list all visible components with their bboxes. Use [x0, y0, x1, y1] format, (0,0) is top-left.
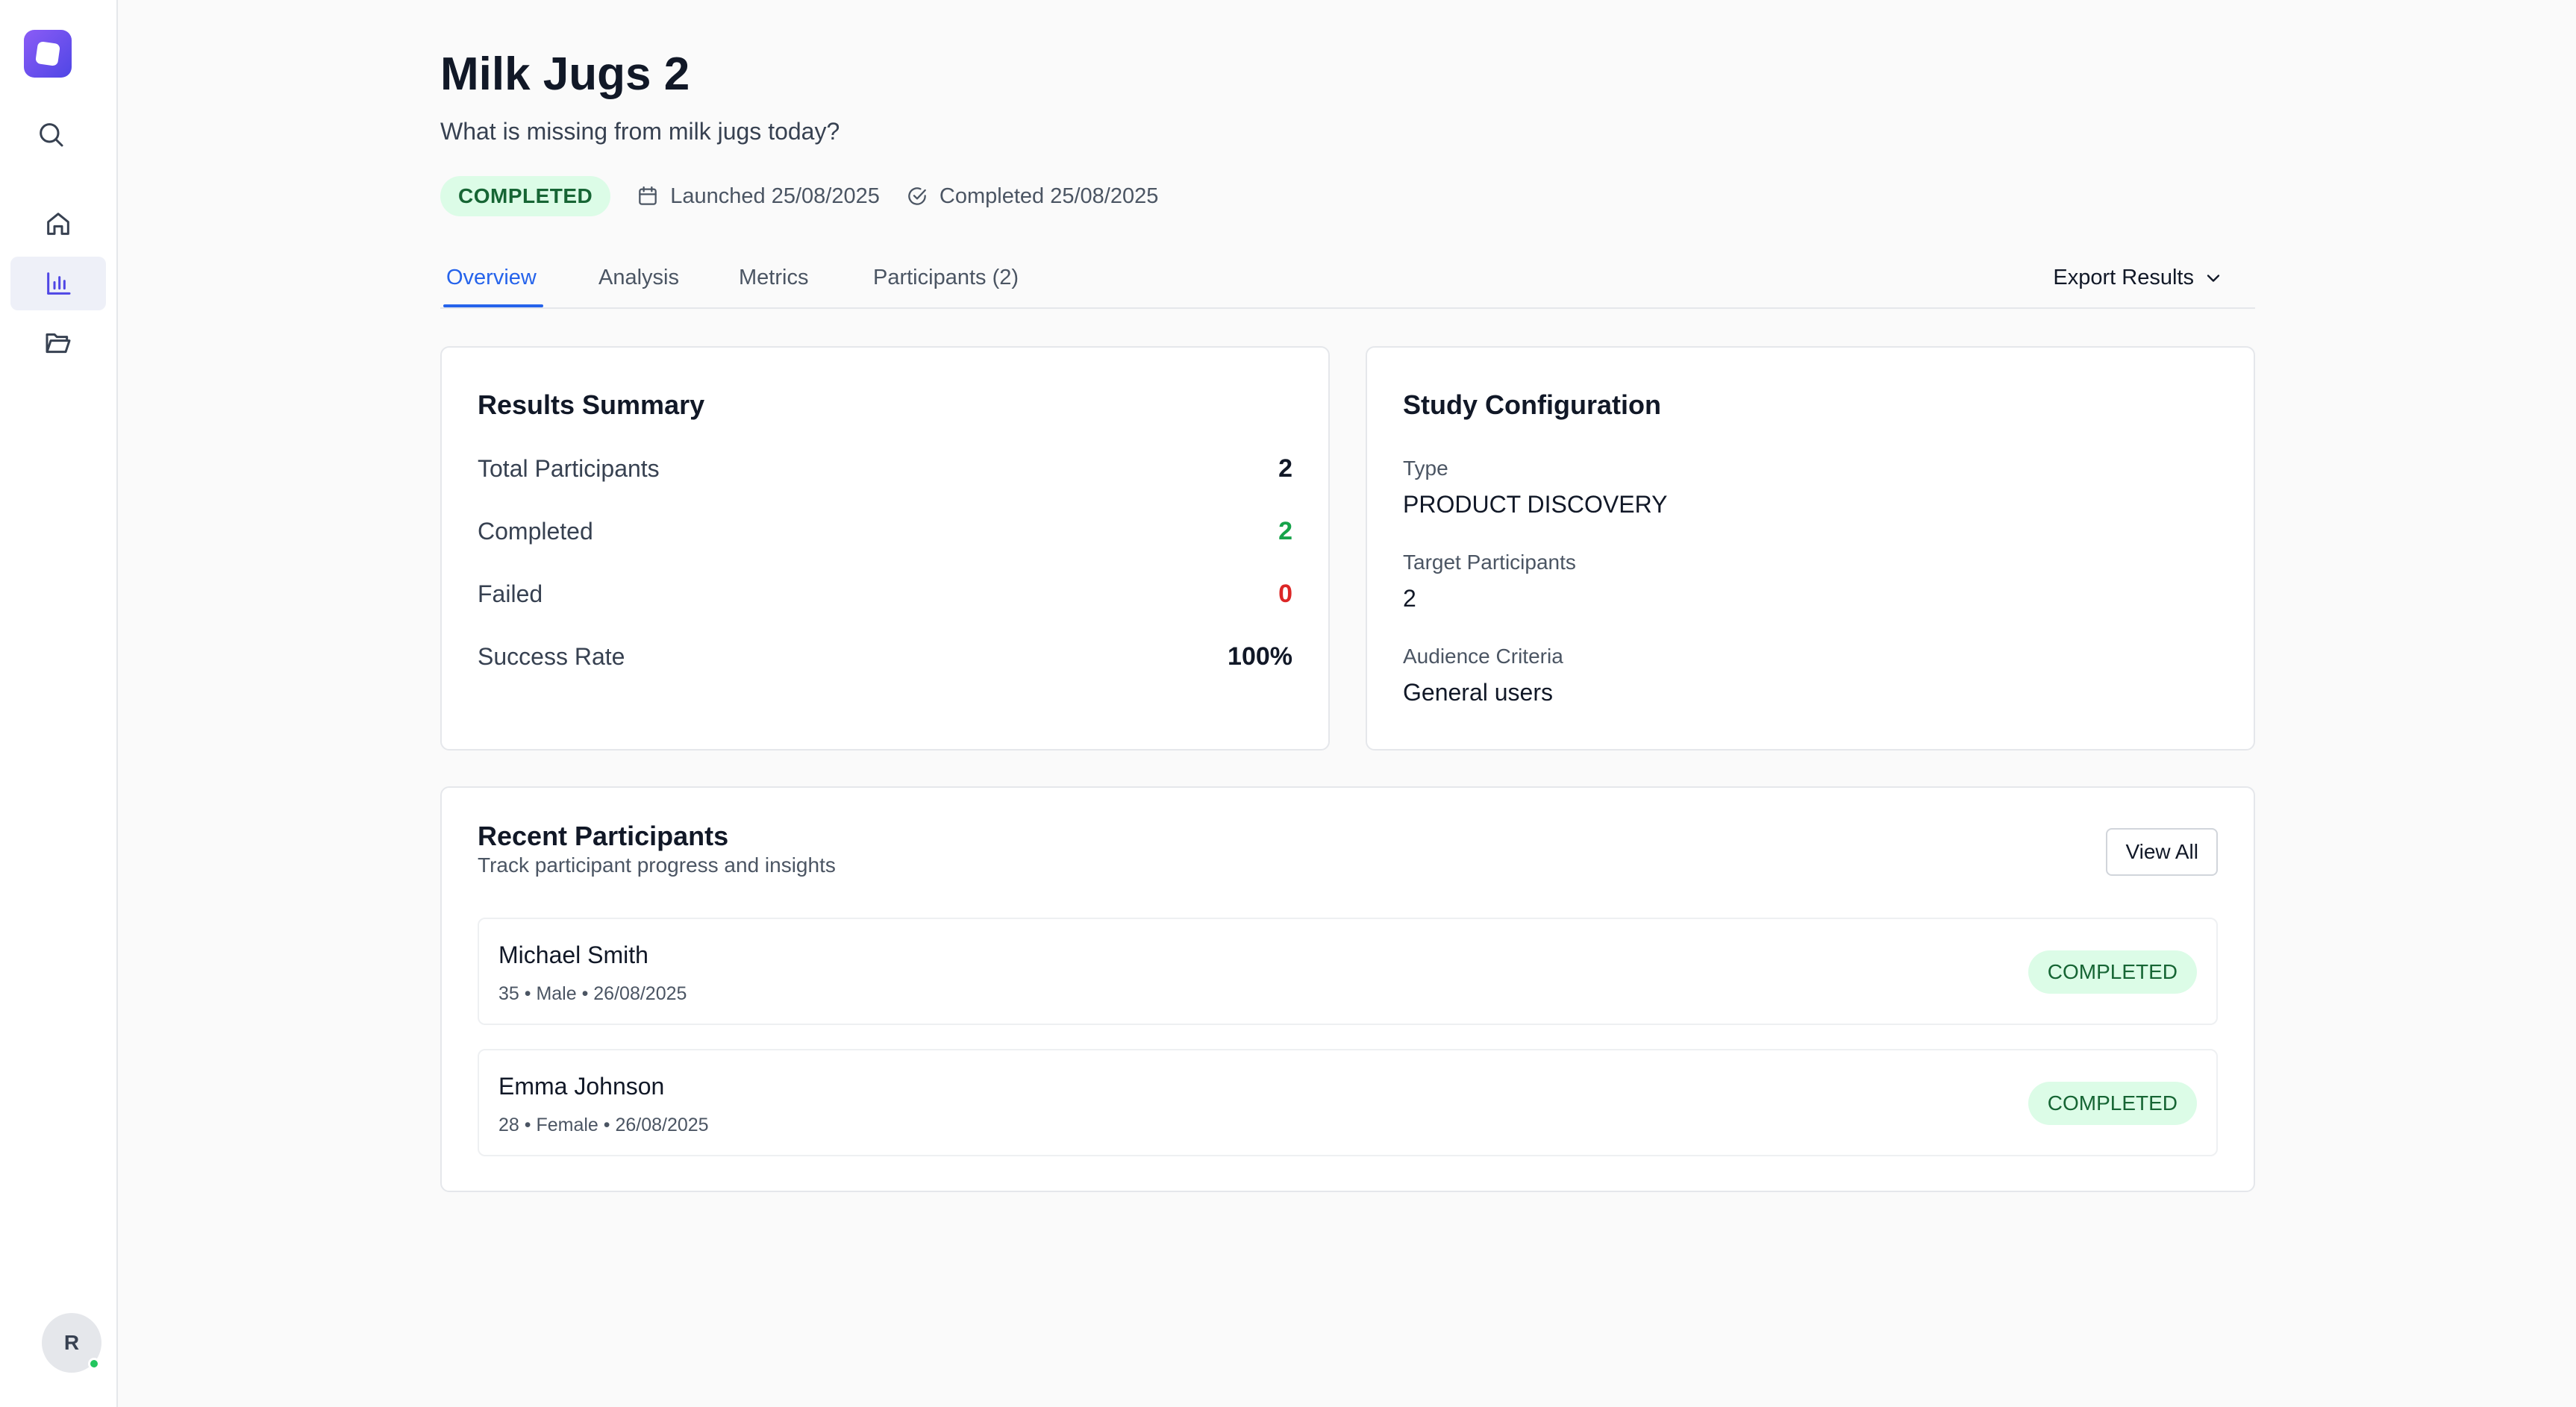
participant-meta: 28 • Female • 26/08/2025	[498, 1115, 709, 1135]
home-icon[interactable]	[10, 197, 106, 251]
launched-text: Launched 25/08/2025	[670, 184, 880, 208]
summary-label: Failed	[478, 580, 543, 607]
participant-name: Michael Smith	[498, 941, 648, 968]
search-icon[interactable]	[24, 107, 78, 161]
sidebar: R	[0, 0, 118, 1407]
participant-name: Emma Johnson	[498, 1073, 665, 1100]
participant-row[interactable]: Emma Johnson 28 • Female • 26/08/2025 CO…	[478, 1049, 2218, 1156]
study-configuration-card: Study Configuration Type PRODUCT DISCOVE…	[1366, 346, 2255, 750]
audience-criteria-value: General users	[1403, 679, 1553, 706]
recent-participants-subtitle: Track participant progress and insights	[478, 853, 836, 877]
tab-overview[interactable]: Overview	[446, 266, 537, 290]
summary-value: 2	[1278, 516, 1292, 545]
summary-row-failed: Failed 0	[478, 577, 1292, 610]
avatar[interactable]: R	[42, 1313, 101, 1373]
recent-participants-title: Recent Participants	[478, 821, 729, 851]
bar-chart-icon[interactable]	[10, 257, 106, 310]
summary-label: Success Rate	[478, 642, 625, 670]
completed-date: Completed 25/08/2025	[905, 184, 1158, 209]
audience-criteria-label: Audience Criteria	[1403, 645, 1563, 668]
launched-date: Launched 25/08/2025	[636, 184, 880, 209]
tab-participants[interactable]: Participants (2)	[873, 266, 1019, 290]
target-participants-label: Target Participants	[1403, 551, 1576, 574]
summary-label: Completed	[478, 517, 593, 545]
summary-value: 100%	[1228, 642, 1292, 671]
participant-row[interactable]: Michael Smith 35 • Male • 26/08/2025 COM…	[478, 918, 2218, 1025]
avatar-initial: R	[63, 1331, 80, 1354]
calendar-icon	[639, 186, 657, 205]
app-logo[interactable]	[24, 30, 72, 78]
page-subtitle: What is missing from milk jugs today?	[440, 118, 840, 145]
export-results-label: Export Results	[2053, 266, 2194, 289]
summary-label: Total Participants	[478, 454, 660, 482]
type-label: Type	[1403, 457, 1448, 480]
online-status-dot	[88, 1358, 100, 1370]
page-title: Milk Jugs 2	[440, 48, 690, 100]
tab-metrics[interactable]: Metrics	[739, 266, 808, 290]
recent-participants-card: Recent Participants Track participant pr…	[440, 786, 2255, 1192]
type-value: PRODUCT DISCOVERY	[1403, 491, 1668, 518]
check-circle-icon	[908, 187, 926, 205]
folder-open-icon[interactable]	[10, 316, 106, 370]
participant-status-badge: COMPLETED	[2028, 1082, 2197, 1125]
summary-value: 2	[1278, 454, 1292, 483]
results-summary-card: Results Summary Total Participants 2 Com…	[440, 346, 1330, 750]
summary-row-total: Total Participants 2	[478, 452, 1292, 485]
study-meta: COMPLETED Launched 25/08/2025 Completed …	[440, 176, 1158, 216]
completed-text: Completed 25/08/2025	[939, 184, 1159, 208]
summary-row-success-rate: Success Rate 100%	[478, 640, 1292, 673]
summary-value: 0	[1278, 579, 1292, 608]
status-badge: COMPLETED	[440, 176, 611, 216]
target-participants-value: 2	[1403, 585, 1416, 612]
results-summary-title: Results Summary	[478, 389, 705, 420]
export-results-button[interactable]: Export Results	[2053, 266, 2224, 290]
tab-bar: Overview Analysis Metrics Participants (…	[440, 252, 2255, 309]
summary-row-completed: Completed 2	[478, 515, 1292, 548]
participant-status-badge: COMPLETED	[2028, 950, 2197, 994]
participant-meta: 35 • Male • 26/08/2025	[498, 983, 687, 1004]
active-tab-indicator	[443, 304, 543, 307]
tab-analysis[interactable]: Analysis	[598, 266, 679, 290]
view-all-button[interactable]: View All	[2106, 828, 2218, 876]
study-configuration-title: Study Configuration	[1403, 389, 1661, 420]
chevron-down-icon	[2207, 274, 2220, 282]
